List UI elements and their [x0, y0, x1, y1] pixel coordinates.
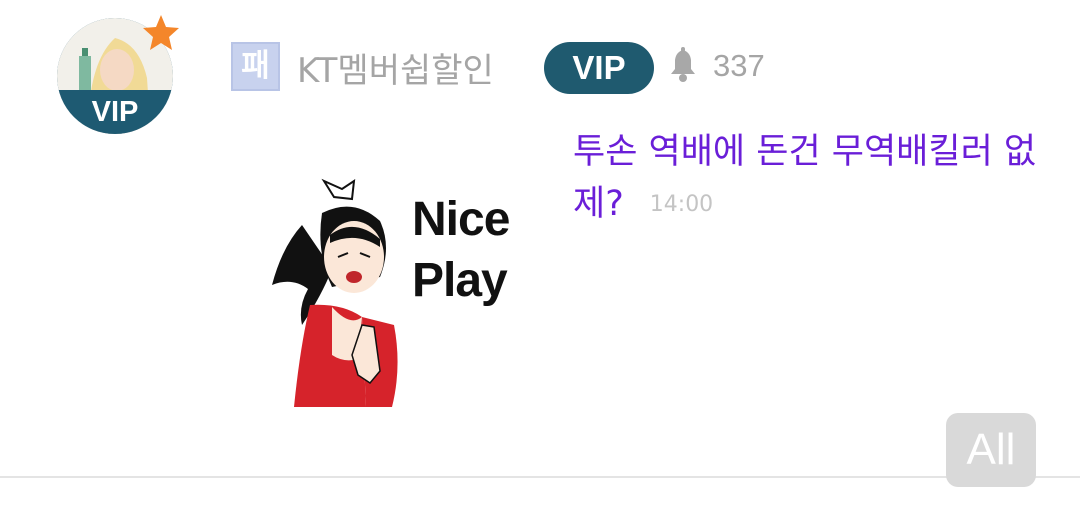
star-icon [143, 15, 179, 50]
level-icon: 패 [231, 42, 280, 91]
sticker-text-line1: Nice [412, 193, 510, 246]
author-nickname[interactable]: KT멤버쉽할인 [297, 43, 494, 92]
message-text: 투손 역배에 돈건 무역배킬러 없제? [573, 132, 1037, 224]
sticker-text-line2: Play [412, 254, 508, 307]
bell-icon [671, 47, 695, 82]
message-bubble: 투손 역배에 돈건 무역배킬러 없제? 14:00 [573, 126, 1043, 231]
vip-badge: VIP [544, 42, 654, 94]
divider [0, 476, 1080, 478]
all-button[interactable]: All [946, 413, 1036, 487]
message-time: 14:00 [649, 192, 714, 217]
avatar-vip-badge: VIP [91, 96, 139, 128]
bell-count: 337 [713, 48, 765, 83]
